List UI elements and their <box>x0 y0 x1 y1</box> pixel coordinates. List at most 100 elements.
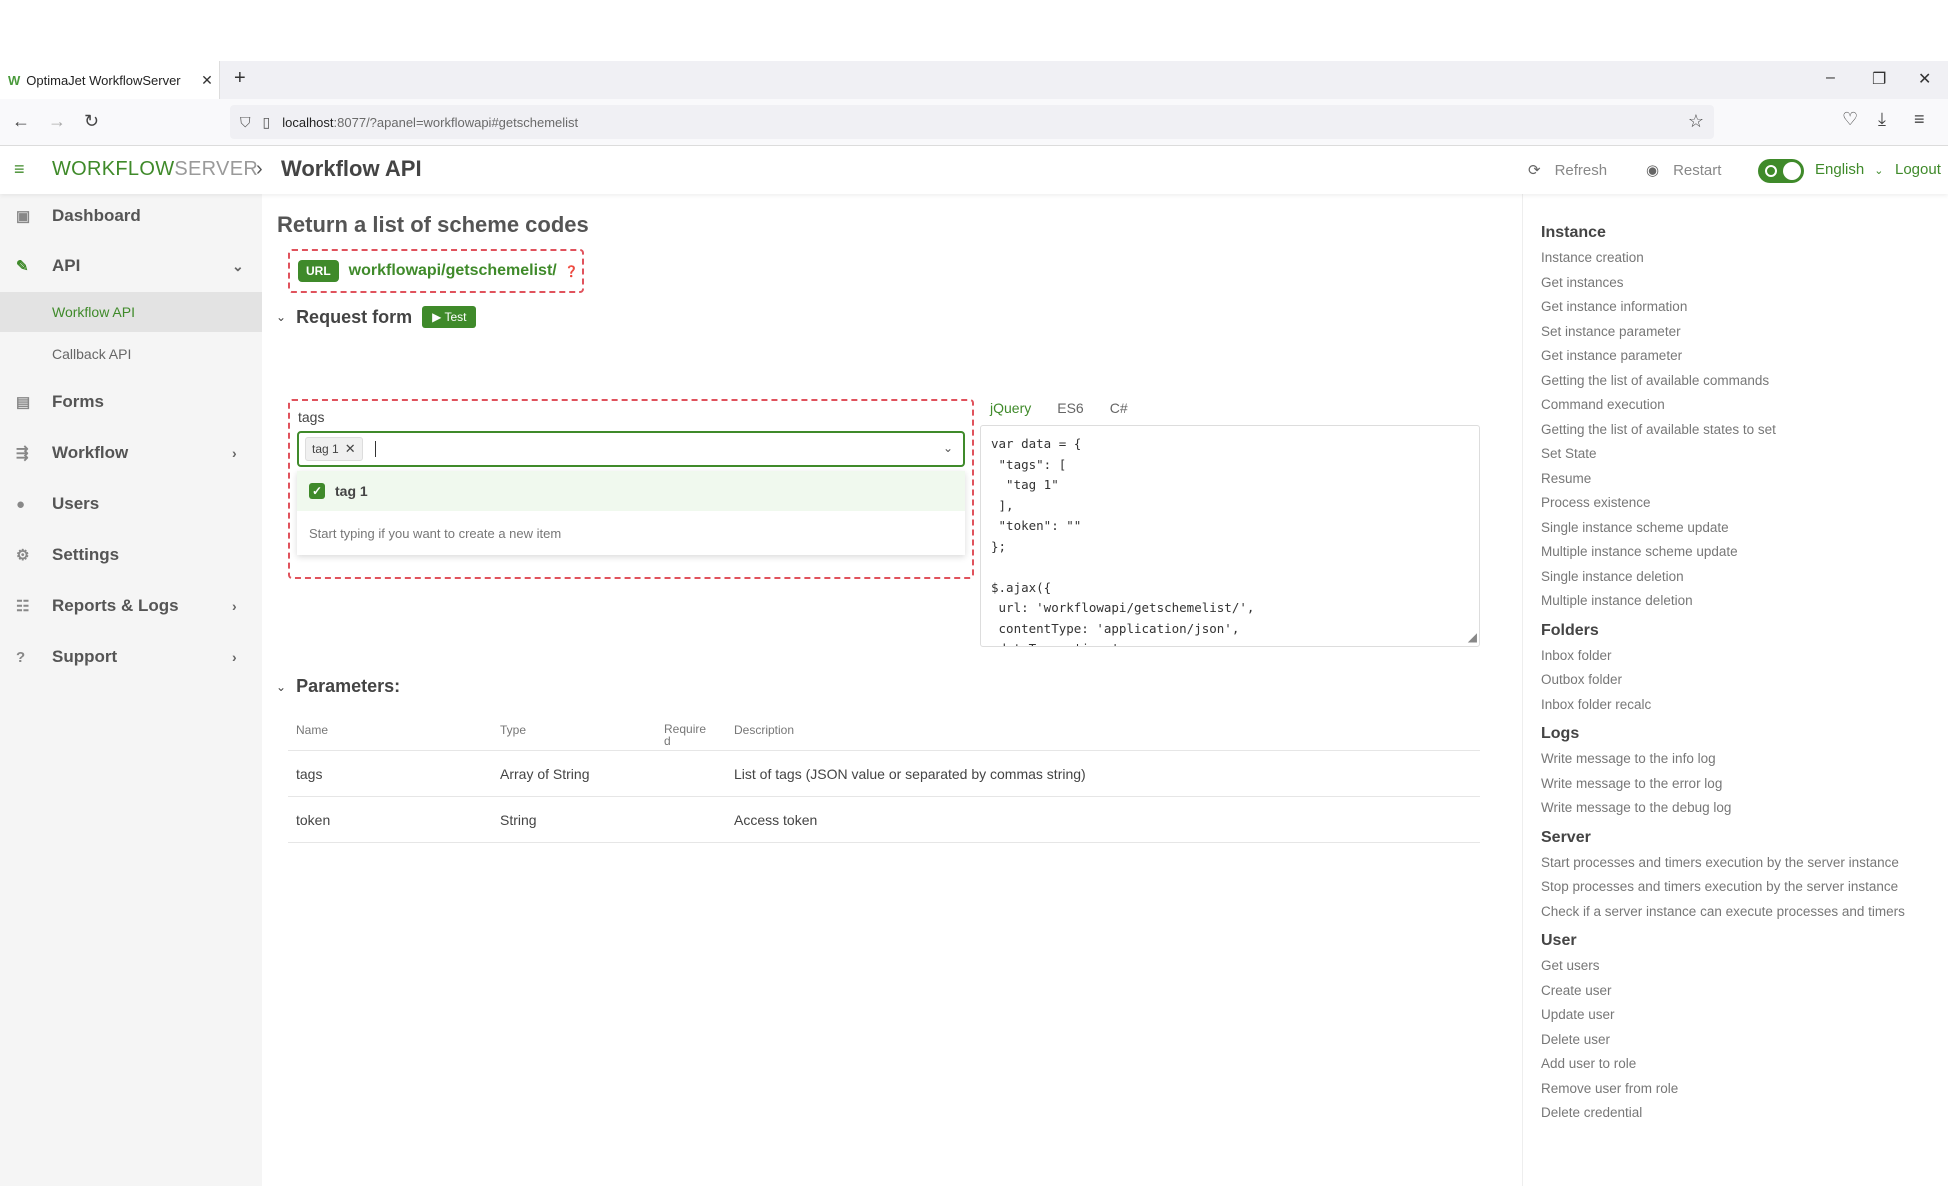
remove-tag-icon[interactable]: ✕ <box>345 441 356 457</box>
close-tab-icon[interactable]: ✕ <box>195 72 219 89</box>
sidebar: ▣ Dashboard ✎ API ⌄ Workflow API Callbac… <box>0 194 262 1186</box>
code-sample[interactable]: var data = { "tags": [ "tag 1" ], "token… <box>980 425 1480 647</box>
index-link[interactable]: Add user to role <box>1523 1052 1905 1077</box>
index-link[interactable]: Getting the list of available states to … <box>1523 418 1905 443</box>
new-tab-icon[interactable]: + <box>234 67 246 90</box>
tab-jquery[interactable]: jQuery <box>990 400 1031 416</box>
refresh-button[interactable]: ⟳ Refresh <box>1528 161 1607 180</box>
api-index-list: Instance Instance creation Get instances Ge… <box>1523 216 1905 1126</box>
test-button[interactable]: ▶ Test <box>422 306 477 328</box>
tags-label: tags <box>298 409 325 425</box>
tag-chip[interactable]: tag 1 ✕ <box>305 437 363 461</box>
index-link[interactable]: Command execution <box>1523 393 1905 418</box>
back-icon[interactable]: ← <box>12 111 30 132</box>
checkbox-checked-icon[interactable]: ✓ <box>309 483 325 499</box>
window-close-icon[interactable]: ✕ <box>1918 69 1931 89</box>
index-link[interactable]: Single instance scheme update <box>1523 516 1905 541</box>
download-icon[interactable]: ⤓ <box>1878 109 1886 130</box>
index-link[interactable]: Create user <box>1523 979 1905 1004</box>
reload-icon[interactable]: ↻ <box>84 111 99 132</box>
index-link[interactable]: Write message to the error log <box>1523 772 1905 797</box>
index-link[interactable]: Multiple instance scheme update <box>1523 540 1905 565</box>
code-tabs: jQuery ES6 C# <box>990 400 1154 416</box>
sidebar-item-dashboard[interactable]: ▣ Dashboard <box>0 194 262 238</box>
index-link[interactable]: Delete user <box>1523 1028 1905 1053</box>
language-select[interactable]: English ⌄ <box>1815 161 1883 178</box>
url-host: localhost <box>282 114 334 130</box>
sidebar-item-workflow-api[interactable]: Workflow API <box>0 292 262 332</box>
request-form-header[interactable]: ⌄ Request form ▶ Test <box>276 306 477 328</box>
index-link[interactable]: Get instance parameter <box>1523 344 1905 369</box>
restore-icon[interactable]: ❐ <box>1872 69 1886 89</box>
index-link[interactable]: Get instance information <box>1523 295 1905 320</box>
logout-link[interactable]: Logout <box>1895 161 1941 178</box>
workflow-icon: ⇶ <box>16 445 29 462</box>
index-link[interactable]: Instance creation <box>1523 246 1905 271</box>
endpoint-url-text[interactable]: workflowapi/getschemelist/ <box>349 262 557 280</box>
theme-toggle[interactable] <box>1758 159 1804 183</box>
index-link[interactable]: Remove user from role <box>1523 1077 1905 1102</box>
plug-icon: ✎ <box>16 258 29 275</box>
tags-dropdown: ✓ tag 1 Start typing if you want to crea… <box>297 471 965 555</box>
parameters-header[interactable]: ⌄ Parameters: <box>276 676 400 697</box>
sidebar-item-reports-logs[interactable]: ☷ Reports & Logs › <box>0 584 262 628</box>
resize-handle-icon[interactable]: ◢ <box>1468 630 1477 644</box>
index-link[interactable]: Inbox folder recalc <box>1523 693 1905 718</box>
index-link[interactable]: Multiple instance deletion <box>1523 589 1905 614</box>
address-bar[interactable]: ⛉ ▯ localhost:8077/?apanel=workflowapi#g… <box>230 105 1714 139</box>
index-link[interactable]: Delete credential <box>1523 1101 1905 1126</box>
table-row: tags Array of String List of tags (JSON … <box>288 751 1480 797</box>
tab-es6[interactable]: ES6 <box>1057 400 1083 416</box>
restart-button[interactable]: ◉ Restart <box>1646 161 1721 180</box>
index-link[interactable]: Outbox folder <box>1523 668 1905 693</box>
sidebar-item-callback-api[interactable]: Callback API <box>0 334 262 374</box>
index-link[interactable]: Set State <box>1523 442 1905 467</box>
settings-icon: ⚙ <box>16 547 30 564</box>
index-link[interactable]: Inbox folder <box>1523 644 1905 669</box>
index-group-title: User <box>1541 932 1577 949</box>
sidebar-item-forms[interactable]: ▤ Forms <box>0 380 262 424</box>
index-link[interactable]: Get instances <box>1523 271 1905 296</box>
index-link[interactable]: Stop processes and timers execution by t… <box>1523 875 1905 900</box>
sidebar-item-api[interactable]: ✎ API ⌄ <box>0 244 262 288</box>
forward-icon[interactable]: → <box>48 111 66 132</box>
hamburger-icon[interactable]: ≡ <box>14 159 25 180</box>
browser-tab[interactable]: W OptimaJet WorkflowServer ✕ <box>0 61 220 99</box>
tab-csharp[interactable]: C# <box>1110 400 1128 416</box>
index-link[interactable]: Single instance deletion <box>1523 565 1905 590</box>
index-link[interactable]: Resume <box>1523 467 1905 492</box>
bookmark-star-icon[interactable]: ☆ <box>1688 111 1704 132</box>
sidebar-item-settings[interactable]: ⚙ Settings <box>0 533 262 577</box>
code-text: var data = { "tags": [ "tag 1" ], "token… <box>991 436 1255 646</box>
index-link[interactable]: Write message to the debug log <box>1523 796 1905 821</box>
index-link[interactable]: Update user <box>1523 1003 1905 1028</box>
table-header-row: Name Type Require d Description <box>288 711 1480 751</box>
users-icon: ● <box>16 495 26 513</box>
tags-select[interactable]: tag 1 ✕ ⌄ <box>297 431 965 467</box>
index-link[interactable]: Get users <box>1523 954 1905 979</box>
sidebar-item-support[interactable]: ? Support › <box>0 635 262 679</box>
help-icon[interactable]: ❓ <box>565 265 579 278</box>
dropdown-option[interactable]: ✓ tag 1 <box>297 471 965 511</box>
column-header-name: Name <box>296 723 329 737</box>
refresh-icon: ⟳ <box>1528 162 1541 179</box>
index-link[interactable]: Getting the list of available commands <box>1523 369 1905 394</box>
index-link[interactable]: Check if a server instance can execute p… <box>1523 900 1905 925</box>
logo[interactable]: WORKFLOWSERVER <box>52 158 258 181</box>
chevron-down-icon: ⌄ <box>232 257 244 274</box>
sidebar-item-users[interactable]: ● Users <box>0 482 262 526</box>
column-header-description: Description <box>734 723 795 737</box>
sidebar-item-workflow[interactable]: ⇶ Workflow › <box>0 431 262 475</box>
pocket-icon[interactable]: ♡ <box>1842 109 1858 130</box>
minimize-icon[interactable]: – <box>1826 69 1835 87</box>
menu-icon[interactable]: ≡ <box>1914 109 1925 130</box>
index-link[interactable]: Set instance parameter <box>1523 320 1905 345</box>
index-link[interactable]: Process existence <box>1523 491 1905 516</box>
table-row: token String Access token <box>288 797 1480 843</box>
shield-icon: ⛉ <box>240 113 251 130</box>
index-link[interactable]: Start processes and timers execution by … <box>1523 851 1905 876</box>
toggle-ring-icon <box>1765 165 1777 177</box>
dropdown-hint: Start typing if you want to create a new… <box>309 525 562 541</box>
index-link[interactable]: Write message to the info log <box>1523 747 1905 772</box>
chevron-down-icon[interactable]: ⌄ <box>943 441 953 455</box>
